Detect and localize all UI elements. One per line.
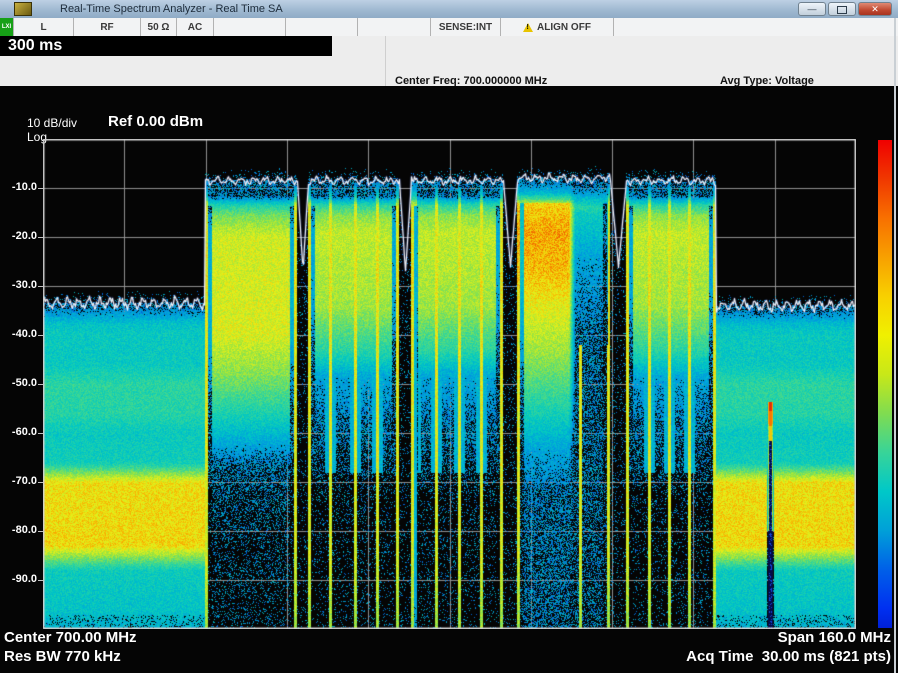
status-cell-align[interactable]: ! ALIGN OFF xyxy=(501,18,614,36)
status-cell-empty-3 xyxy=(358,18,431,36)
status-cell-sense: SENSE:INT xyxy=(431,18,501,36)
warning-icon: ! xyxy=(523,23,533,32)
y-axis-label: -10.0 xyxy=(0,181,37,193)
spectrum-display xyxy=(43,139,856,629)
status-cell-impedance: 50 Ω xyxy=(141,18,177,36)
align-off-label: ALIGN OFF xyxy=(537,22,591,33)
minimize-button[interactable]: — xyxy=(798,2,826,16)
status-cell-l: L xyxy=(14,18,74,36)
span-annotation[interactable]: Span 160.0 MHz xyxy=(778,629,891,646)
maximize-button[interactable] xyxy=(828,2,856,16)
display-area: 10 dB/div Log Ref 0.00 dBm -10.0-20.0-30… xyxy=(0,86,898,673)
y-axis-label: -80.0 xyxy=(0,524,37,536)
res-bw-annotation[interactable]: Res BW 770 kHz xyxy=(4,648,121,665)
settings-header: 300 ms 100 % POI: 5.970 µs PNO: Fast IFG… xyxy=(0,36,898,86)
status-cell-coupling: AC xyxy=(177,18,214,36)
y-axis-label: -40.0 xyxy=(0,328,37,340)
app-icon xyxy=(14,2,32,16)
density-colorbar xyxy=(878,140,892,628)
header-divider xyxy=(385,36,386,86)
status-cell-empty-2 xyxy=(286,18,358,36)
close-button[interactable]: ✕ xyxy=(858,2,892,16)
window-border xyxy=(894,18,896,673)
status-cell-rf: RF xyxy=(74,18,141,36)
y-axis-label: -90.0 xyxy=(0,573,37,585)
title-bar: Real-Time Spectrum Analyzer - Real Time … xyxy=(0,0,898,19)
y-axis-label: -70.0 xyxy=(0,475,37,487)
acq-time-annotation[interactable]: Acq Time 30.00 ms (821 pts) xyxy=(686,648,891,665)
status-bar: LXI L RF 50 Ω AC SENSE:INT ! ALIGN OFF xyxy=(0,18,898,37)
status-cell-empty-1 xyxy=(214,18,286,36)
ref-level-label[interactable]: Ref 0.00 dBm xyxy=(108,113,203,130)
center-freq-annotation[interactable]: Center 700.00 MHz xyxy=(4,629,137,646)
maximize-icon xyxy=(837,6,847,14)
sweep-time-field[interactable]: 300 ms xyxy=(0,36,332,56)
app-window: Real-Time Spectrum Analyzer - Real Time … xyxy=(0,0,898,673)
window-controls: — ✕ xyxy=(798,2,892,16)
status-cell-rest xyxy=(614,18,898,36)
y-axis-label: -60.0 xyxy=(0,426,37,438)
scale-label: 10 dB/div xyxy=(27,116,77,130)
sweep-time-value: 300 ms xyxy=(8,37,62,54)
y-axis-label: -50.0 xyxy=(0,377,37,389)
lxi-indicator: LXI xyxy=(0,18,14,36)
window-title: Real-Time Spectrum Analyzer - Real Time … xyxy=(60,3,283,15)
y-axis-label: -20.0 xyxy=(0,230,37,242)
y-axis-label: -30.0 xyxy=(0,279,37,291)
